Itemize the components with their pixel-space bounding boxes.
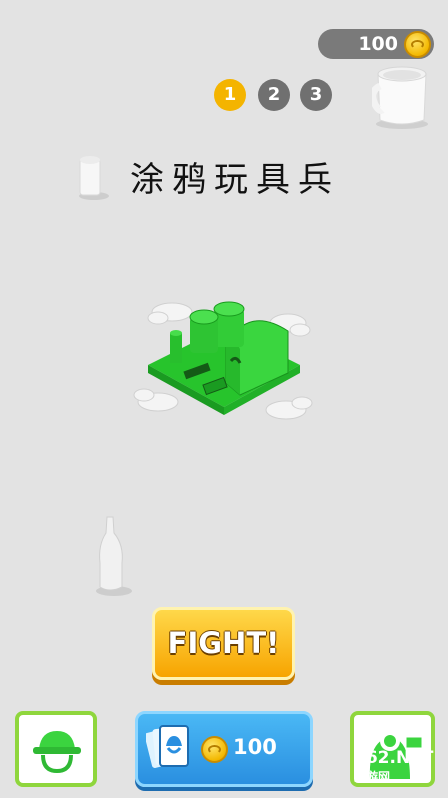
watermark-brand: 962.NET — [354, 748, 434, 768]
coin-amount: 100 — [358, 33, 398, 55]
watermark-sub: 乐游网 — [354, 770, 391, 784]
coin-icon — [201, 736, 228, 763]
level-dot-1: 1 — [214, 79, 246, 111]
level-dot-3: 3 — [300, 79, 332, 111]
card-pack-price: 100 — [233, 735, 277, 759]
helmet-shop-button[interactable] — [15, 711, 97, 787]
fight-button[interactable]: FIGHT! — [152, 607, 295, 680]
cylinder-prop — [79, 156, 109, 200]
mug-icon — [372, 66, 428, 129]
watermark: 962.NET 乐游网 — [354, 748, 446, 792]
level-dot-2: 2 — [258, 79, 290, 111]
green-base-illustration — [133, 301, 313, 420]
bottle-prop — [96, 516, 132, 596]
card-pack-button[interactable]: 100 — [135, 711, 313, 787]
helmet-icon — [33, 731, 81, 774]
coin-icon — [404, 31, 431, 58]
coin-counter: 100 — [318, 29, 434, 59]
game-title: 涂鸦玩具兵 — [130, 160, 340, 200]
card-icon — [146, 725, 189, 768]
